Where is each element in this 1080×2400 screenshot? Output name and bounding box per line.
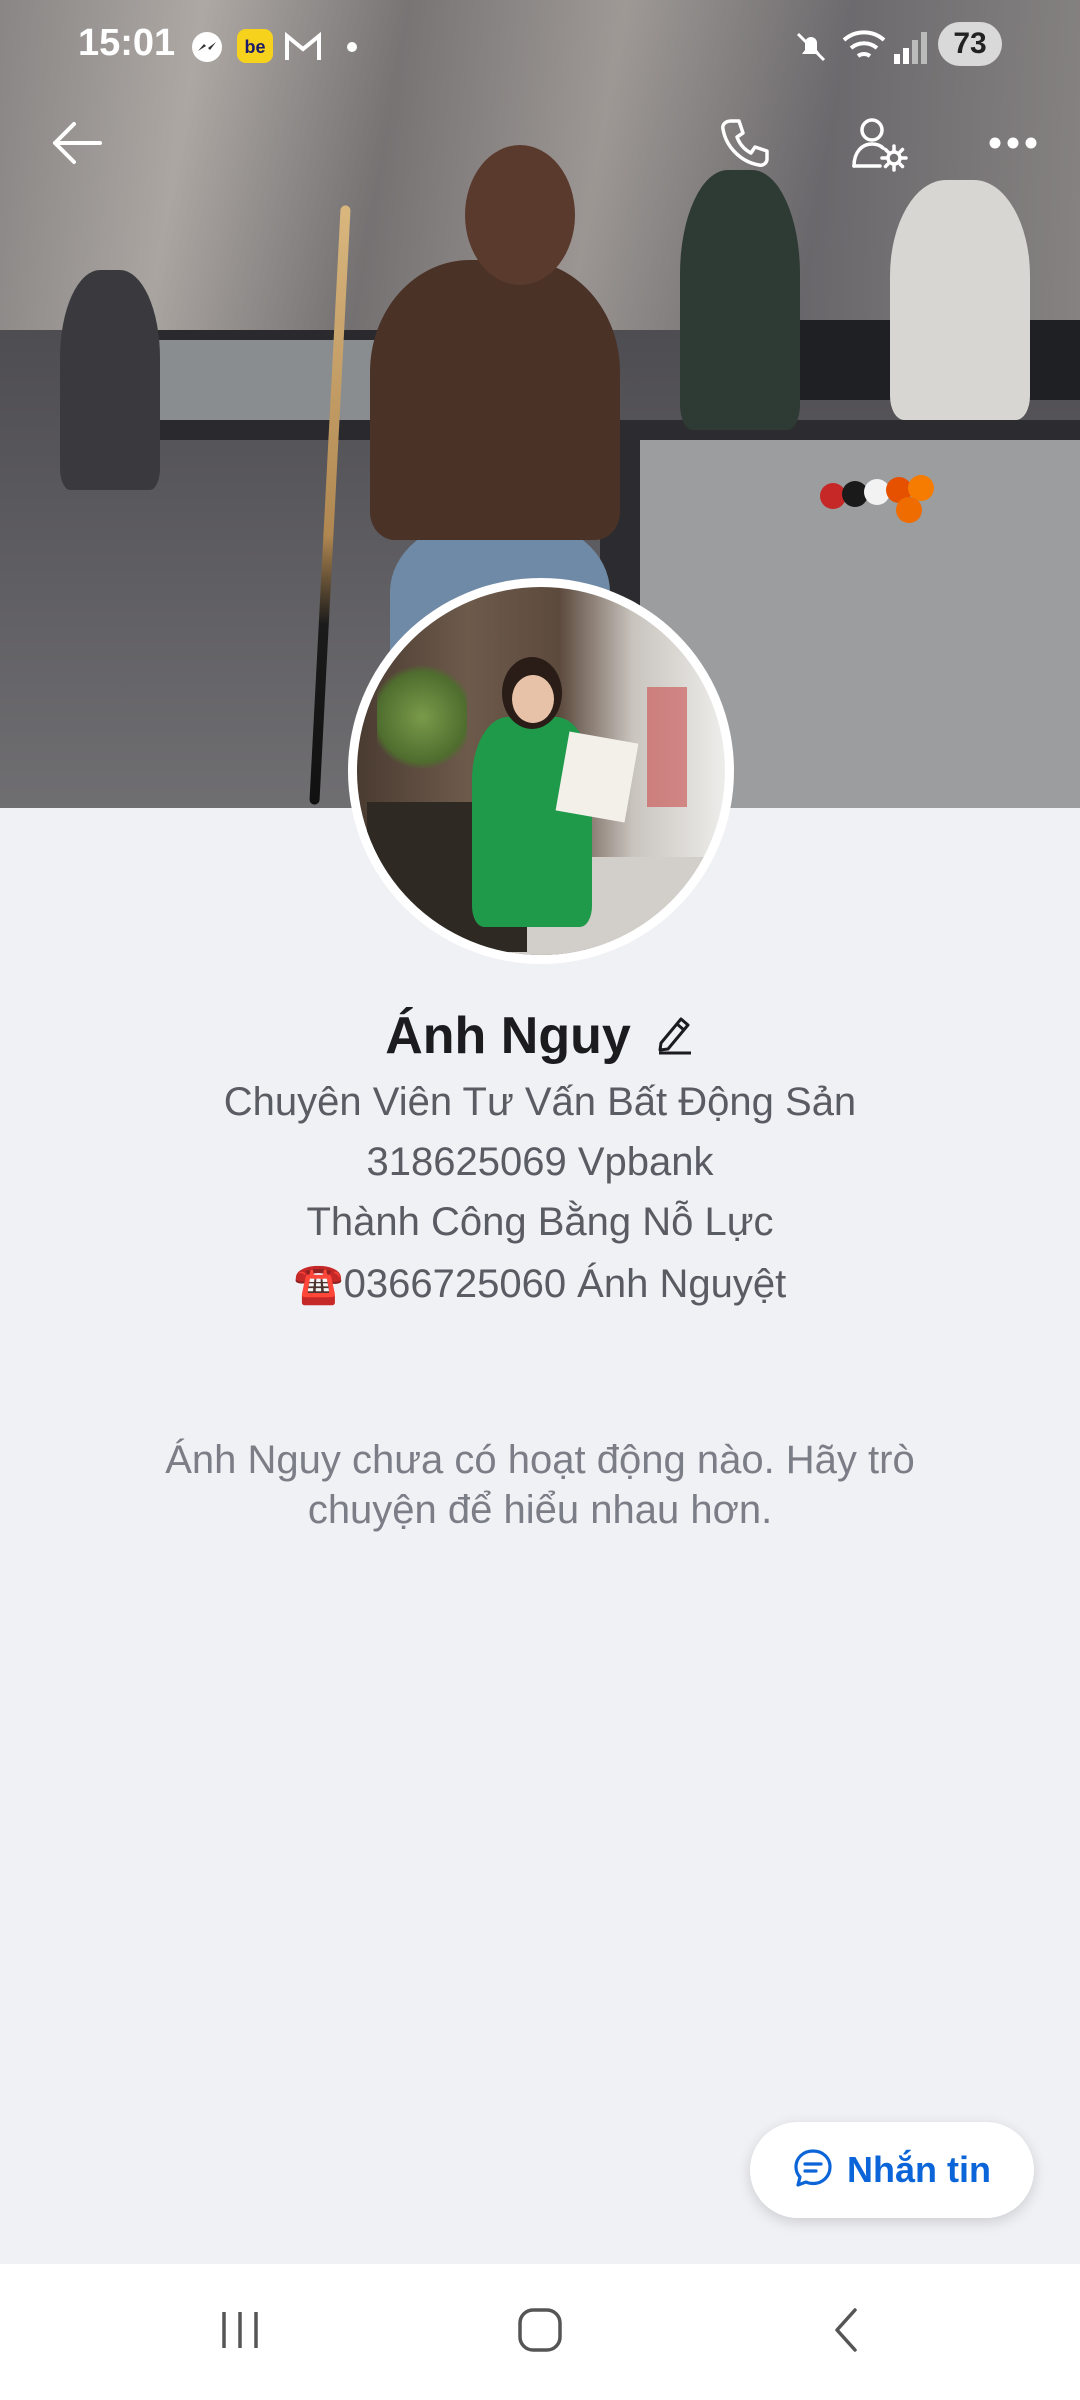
profile-avatar[interactable]: [348, 578, 734, 964]
profile-bio-line: 318625069 Vpbank: [366, 1140, 714, 1184]
pencil-icon: [655, 1017, 695, 1059]
cover-person-left: [60, 270, 160, 490]
status-time: 15:01: [78, 22, 176, 64]
home-button[interactable]: [480, 2264, 600, 2400]
back-arrow-icon: [50, 120, 104, 171]
send-message-label: Nhắn tin: [847, 2149, 991, 2190]
cover-person-far-right: [890, 180, 1030, 420]
recent-apps-button[interactable]: [180, 2264, 300, 2400]
cover-person-right: [680, 170, 800, 430]
avatar-photo: [357, 587, 725, 955]
profile-name: Ánh Nguy: [385, 1007, 631, 1065]
cover-pool-balls: [820, 475, 940, 525]
gmail-icon: [284, 31, 322, 67]
phone-icon: [717, 115, 773, 176]
system-back-button[interactable]: [786, 2264, 906, 2400]
svg-text:be: be: [244, 37, 265, 57]
system-navigation-bar: [0, 2264, 1080, 2400]
be-app-icon: be: [236, 28, 274, 69]
chat-bubble-icon: [793, 2148, 833, 2193]
status-bar: 15:01 be 73: [0, 0, 1080, 90]
profile-bio-line: Chuyên Viên Tư Vấn Bất Động Sản: [223, 1080, 857, 1124]
empty-activity-message: Ánh Nguy chưa có hoạt động nào. Hãy trò …: [140, 1435, 940, 1535]
dot-icon: [346, 40, 358, 58]
cover-person-main: [370, 260, 620, 540]
empty-activity-line: Ánh Nguy chưa có hoạt động nào. Hãy trò: [165, 1438, 915, 1482]
edit-name-button[interactable]: [655, 1013, 695, 1060]
system-back-icon: [829, 2306, 863, 2359]
user-settings-icon: [850, 114, 908, 177]
empty-activity-line: chuyện để hiểu nhau hơn.: [307, 1488, 773, 1532]
messenger-icon: [190, 30, 224, 69]
battery-indicator: 73: [938, 22, 1002, 66]
more-dots-icon: [988, 136, 1038, 155]
call-button[interactable]: [700, 100, 790, 190]
send-message-button[interactable]: Nhắn tin: [750, 2122, 1034, 2218]
profile-header-actions: [0, 100, 1080, 190]
home-icon: [516, 2306, 564, 2359]
mute-icon: [792, 28, 830, 71]
profile-bio-line: Thành Công Bằng Nỗ Lực: [306, 1200, 774, 1244]
profile-name-row: Ánh Nguy: [0, 1000, 1080, 1072]
recent-apps-icon: [218, 2308, 262, 2357]
signal-icon: [892, 28, 928, 71]
wifi-icon: [842, 28, 886, 71]
profile-bio-line: ☎️0366725060 Ánh Nguyệt: [293, 1262, 787, 1306]
profile-settings-button[interactable]: [834, 100, 924, 190]
more-options-button[interactable]: [968, 100, 1058, 190]
back-button[interactable]: [32, 100, 122, 190]
